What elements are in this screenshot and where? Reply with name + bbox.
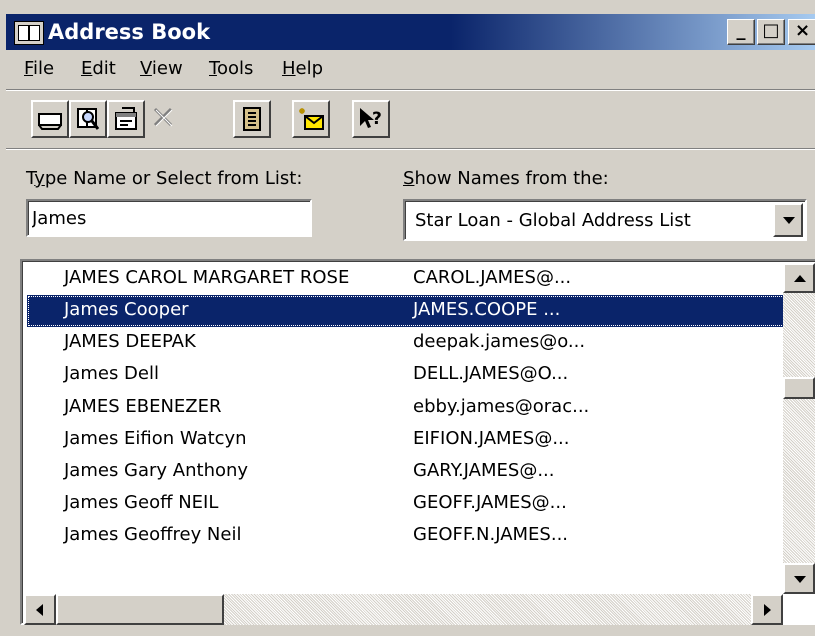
properties-icon: [115, 107, 137, 130]
new-message-button[interactable]: [292, 100, 330, 138]
search-label-rest: pe Name or Select from List:: [44, 168, 303, 189]
toolbar-bottom-separator: [6, 148, 815, 150]
list-item[interactable]: James Eifion Watcyn EIFION.JAMES@...: [27, 424, 785, 456]
list-item[interactable]: JAMES CAROL MARGARET ROSE CAROL.JAMES@..…: [27, 263, 785, 295]
menu-file-access-key: F: [24, 58, 34, 79]
window-title: Address Book: [48, 20, 211, 44]
entry-name: JAMES EBENEZER: [64, 396, 222, 417]
entry-email: GEOFF.JAMES@...: [413, 492, 567, 513]
list-item[interactable]: James Gary Anthony GARY.JAMES@...: [27, 456, 785, 488]
vertical-scrollbar[interactable]: [783, 263, 815, 594]
dropdown-button[interactable]: [773, 203, 803, 237]
menu-help[interactable]: Help: [282, 58, 323, 80]
entry-name: James Geoffrey Neil: [64, 524, 242, 545]
help-glyph: ?: [372, 109, 382, 129]
list-item[interactable]: JAMES EBENEZER ebby.james@orac...: [27, 392, 785, 424]
address-book-button[interactable]: [233, 100, 271, 138]
entry-name: James Dell: [64, 363, 159, 384]
scroll-up-button[interactable]: [783, 263, 815, 293]
entry-email: deepak.james@o...: [413, 331, 586, 352]
menu-tools-access-key: T: [209, 58, 217, 79]
source-label-rest: how Names from the:: [414, 168, 609, 189]
list-item-selected[interactable]: James Cooper JAMES.COOPE ...: [27, 295, 785, 327]
names-list[interactable]: JAMES CAROL MARGARET ROSE CAROL.JAMES@..…: [20, 259, 815, 625]
menu-view[interactable]: View: [140, 58, 183, 80]
list-item[interactable]: James Dell DELL.JAMES@O...: [27, 359, 785, 391]
address-book-window: Address Book _ □ × File Edit View Tools …: [0, 0, 815, 636]
entry-email: EIFION.JAMES@...: [413, 428, 570, 449]
entry-name: JAMES DEEPAK: [64, 331, 196, 352]
search-label-prefix: T: [26, 168, 35, 189]
menu-edit-access-key: E: [81, 58, 93, 79]
scroll-left-button[interactable]: [24, 594, 56, 625]
menu-file[interactable]: File: [24, 58, 54, 80]
toolbar-top-separator: [6, 89, 815, 91]
find-icon: [77, 108, 100, 130]
delete-button[interactable]: [146, 100, 184, 138]
menu-tools[interactable]: Tools: [209, 58, 253, 80]
new-entry-icon: [38, 113, 62, 130]
address-list-select[interactable]: Star Loan - Global Address List: [403, 199, 807, 241]
entry-name: James Cooper: [64, 299, 189, 320]
title-bar[interactable]: Address Book _ □ ×: [6, 14, 815, 50]
source-label-access-key: S: [403, 168, 415, 189]
entry-email: ebby.james@orac...: [413, 396, 590, 417]
delete-icon: [153, 107, 173, 127]
menu-help-access-key: H: [282, 58, 296, 79]
entry-name: JAMES CAROL MARGARET ROSE: [64, 267, 350, 288]
arrow-up-icon: [794, 275, 806, 282]
address-book-icon: [14, 21, 44, 45]
whats-this-button[interactable]: ?: [352, 100, 390, 138]
menu-file-label: ile: [33, 58, 55, 79]
entry-name: James Geoff NEIL: [64, 492, 219, 513]
name-search-input[interactable]: [26, 199, 312, 237]
list-item[interactable]: James Geoffrey Neil GEOFF.N.JAMES...: [27, 520, 785, 552]
arrow-right-icon: [764, 604, 771, 616]
menu-edit[interactable]: Edit: [81, 58, 116, 80]
menu-view-label: iew: [151, 58, 183, 79]
new-entry-button[interactable]: [31, 100, 69, 138]
menu-edit-label: dit: [92, 58, 116, 79]
maximize-button[interactable]: □: [757, 19, 785, 45]
horizontal-scrollbar[interactable]: [24, 594, 783, 625]
entry-email: DELL.JAMES@O...: [413, 363, 569, 384]
entry-email: JAMES.COOPE ...: [413, 299, 561, 320]
menu-tools-label: ools: [216, 58, 254, 79]
list-item[interactable]: JAMES DEEPAK deepak.james@o...: [27, 327, 785, 359]
menu-bar: File Edit View Tools Help: [6, 52, 815, 86]
arrow-down-icon: [794, 576, 806, 583]
entry-email: GARY.JAMES@...: [413, 460, 555, 481]
address-book-icon: [243, 107, 261, 131]
arrow-left-icon: [36, 604, 43, 616]
scroll-right-button[interactable]: [751, 594, 783, 625]
chevron-down-icon: [783, 217, 795, 224]
new-message-icon: [299, 108, 324, 130]
address-list-selected: Star Loan - Global Address List: [415, 210, 691, 231]
entry-email: CAROL.JAMES@...: [413, 267, 572, 288]
entry-name: James Gary Anthony: [64, 460, 249, 481]
menu-help-label: elp: [295, 58, 324, 79]
close-button[interactable]: ×: [788, 19, 815, 45]
source-label: Show Names from the:: [403, 168, 609, 190]
search-label: Type Name or Select from List:: [26, 168, 302, 190]
horizontal-scroll-thumb[interactable]: [56, 594, 224, 625]
menu-view-access-key: V: [140, 58, 152, 79]
whats-this-icon: ?: [360, 108, 382, 129]
entry-email: GEOFF.N.JAMES...: [413, 524, 569, 545]
list-item[interactable]: James Geoff NEIL GEOFF.JAMES@...: [27, 488, 785, 520]
entry-name: James Eifion Watcyn: [64, 428, 247, 449]
vertical-scroll-thumb[interactable]: [783, 377, 815, 399]
scroll-down-button[interactable]: [783, 563, 815, 594]
find-people-button[interactable]: [69, 100, 107, 138]
search-label-access-key: y: [34, 168, 45, 189]
properties-button[interactable]: [107, 100, 145, 138]
minimize-button[interactable]: _: [727, 19, 755, 45]
